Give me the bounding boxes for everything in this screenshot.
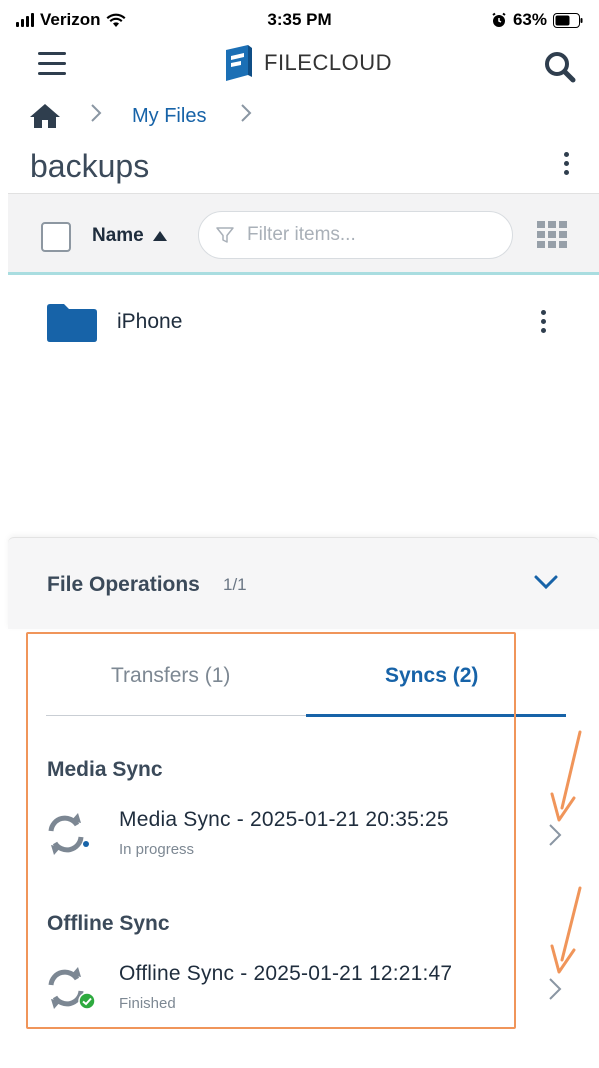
folder-icon bbox=[47, 304, 97, 342]
chevron-right-icon bbox=[240, 103, 252, 129]
breadcrumb-my-files[interactable]: My Files bbox=[132, 105, 206, 128]
chevron-right-icon[interactable] bbox=[545, 822, 565, 848]
logo-text: FILECLOUD bbox=[264, 50, 392, 75]
battery-icon bbox=[553, 12, 583, 28]
more-vertical-icon bbox=[563, 152, 569, 157]
page-title: backups bbox=[30, 148, 150, 184]
check-circle-icon bbox=[78, 992, 96, 1010]
filter-icon bbox=[216, 227, 234, 243]
filter-field[interactable] bbox=[198, 211, 513, 259]
sync-icon bbox=[48, 813, 84, 855]
folder-more-button[interactable] bbox=[556, 152, 576, 184]
status-bar: Verizon 3:35 PM 63% bbox=[0, 0, 599, 40]
list-toolbar: Name bbox=[8, 193, 599, 275]
file-operations-header[interactable]: File Operations 1/1 bbox=[8, 537, 599, 629]
status-right: 63% bbox=[491, 10, 583, 30]
file-operations-tabs: Transfers (1) Syncs (2) bbox=[46, 650, 566, 718]
file-operations-title: File Operations bbox=[47, 573, 200, 596]
sync-item-status: Finished bbox=[119, 995, 176, 1012]
file-operations-count: 1/1 bbox=[223, 575, 247, 594]
sync-item-name: Media Sync - 2025-01-21 20:35:25 bbox=[119, 808, 449, 831]
grid-icon bbox=[537, 221, 545, 228]
app-header: FILECLOUD bbox=[0, 40, 599, 90]
chevron-right-icon bbox=[90, 103, 102, 129]
filter-input[interactable] bbox=[247, 224, 487, 246]
sync-section-title: Offline Sync bbox=[47, 912, 170, 935]
chevron-down-icon[interactable] bbox=[532, 568, 560, 596]
sync-item-name: Offline Sync - 2025-01-21 12:21:47 bbox=[119, 962, 453, 985]
search-icon bbox=[545, 52, 576, 83]
file-more-button[interactable] bbox=[533, 310, 553, 340]
sync-item-offline[interactable]: Offline Sync - 2025-01-21 12:21:47 Finis… bbox=[40, 962, 580, 1032]
alarm-icon bbox=[492, 12, 506, 27]
sync-item-status: In progress bbox=[119, 841, 195, 858]
select-all-checkbox[interactable] bbox=[41, 222, 71, 252]
sync-item-media[interactable]: Media Sync - 2025-01-21 20:35:25 In prog… bbox=[40, 808, 580, 878]
tab-transfers[interactable]: Transfers (1) bbox=[111, 664, 230, 688]
file-name: iPhone bbox=[117, 310, 183, 333]
home-icon[interactable] bbox=[28, 102, 62, 130]
filecloud-logo-icon bbox=[226, 45, 252, 81]
list-item[interactable]: iPhone bbox=[0, 290, 599, 356]
sync-section-title: Media Sync bbox=[47, 758, 163, 781]
tab-syncs[interactable]: Syncs (2) bbox=[385, 664, 478, 688]
tab-active-indicator bbox=[306, 714, 566, 717]
sort-label: Name bbox=[92, 225, 144, 246]
in-progress-dot bbox=[83, 841, 89, 847]
filecloud-logo: FILECLOUD bbox=[222, 44, 392, 82]
grid-view-button[interactable] bbox=[537, 221, 569, 249]
battery-percent: 63% bbox=[512, 10, 547, 29]
search-button[interactable] bbox=[543, 50, 577, 84]
menu-icon bbox=[38, 52, 66, 55]
menu-button[interactable] bbox=[38, 52, 66, 76]
chevron-right-icon[interactable] bbox=[545, 976, 565, 1002]
sort-ascending-icon bbox=[152, 231, 167, 241]
breadcrumb: My Files bbox=[28, 98, 252, 134]
sort-by-name-button[interactable]: Name bbox=[92, 225, 168, 247]
more-vertical-icon bbox=[540, 310, 546, 315]
